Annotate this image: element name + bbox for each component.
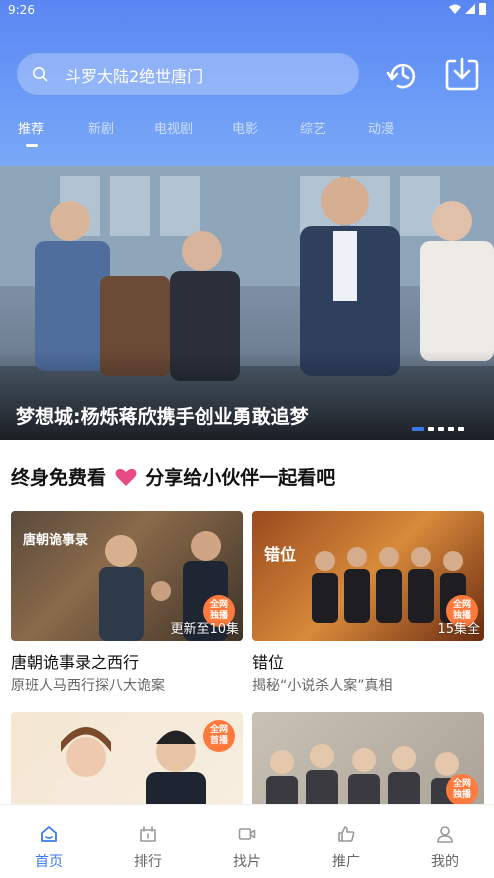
nav-label: 排行 (134, 854, 162, 870)
banner-pagination (412, 427, 464, 431)
user-icon (437, 826, 453, 843)
wifi-icon (449, 4, 461, 14)
header: 9:26 斗罗大陆2绝世唐门 推荐 新剧 电视剧 电影 综艺 动漫 (0, 0, 494, 166)
section-title-right: 分享给小伙伴一起看吧 (145, 467, 336, 489)
nav-label: 我的 (431, 854, 459, 870)
status-bar: 9:26 (0, 0, 494, 22)
nav-ranking[interactable]: 排行 (99, 805, 197, 878)
heart-icon (115, 468, 137, 486)
signal-icon (465, 4, 475, 14)
banner-dot (438, 427, 444, 431)
video-poster: 全网 独播 (252, 712, 484, 804)
banner-dot (412, 427, 424, 431)
ranking-icon (140, 826, 156, 842)
thumbs-up-icon (338, 826, 355, 842)
status-time: 9:26 (8, 3, 35, 17)
tab-movie[interactable]: 电影 (232, 118, 258, 137)
tab-anime[interactable]: 动漫 (368, 118, 394, 137)
nav-promote[interactable]: 推广 (297, 805, 395, 878)
banner-dot (448, 427, 454, 431)
search-icon (33, 67, 48, 82)
banner-dot (428, 427, 434, 431)
episode-badge: 更新至10集 (170, 622, 239, 637)
category-tabs: 推荐 新剧 电视剧 电影 综艺 动漫 (0, 118, 494, 144)
download-icon[interactable] (444, 56, 480, 92)
nav-label: 首页 (35, 854, 63, 870)
video-subtitle: 揭秘“小说杀人案”真相 (252, 678, 393, 694)
banner-title: 梦想城:杨烁蒋欣携手创业勇敢追梦 (16, 406, 309, 428)
nav-home[interactable]: 首页 (0, 805, 98, 878)
video-poster: 错位 全网 独播 15集全 (252, 511, 484, 641)
video-card[interactable]: 全网 首播 (11, 712, 243, 804)
video-title: 唐朝诡事录之西行 (11, 653, 140, 672)
video-poster: 唐朝诡事录 全网 独播 更新至10集 (11, 511, 243, 641)
search-query: 斗罗大陆2绝世唐门 (65, 67, 204, 86)
episode-badge: 15集全 (437, 622, 480, 637)
home-icon (41, 826, 57, 842)
video-icon (238, 828, 256, 840)
history-icon[interactable] (384, 56, 420, 92)
tab-new[interactable]: 新剧 (88, 118, 114, 137)
hot-tag: 全网 独播 (446, 774, 478, 804)
poster-logo: 唐朝诡事录 (23, 533, 89, 548)
video-card[interactable]: 全网 独播 (252, 712, 484, 804)
status-icons (449, 3, 486, 15)
nav-label: 找片 (233, 854, 261, 870)
search-input[interactable]: 斗罗大陆2绝世唐门 (17, 53, 359, 95)
tab-recommend[interactable]: 推荐 (18, 118, 44, 137)
nav-label: 推广 (332, 854, 360, 870)
nav-find[interactable]: 找片 (198, 805, 296, 878)
video-poster: 全网 首播 (11, 712, 243, 804)
bottom-nav: 首页 排行 找片 推广 我的 (0, 804, 494, 878)
tab-indicator (26, 144, 38, 147)
banner-dot (458, 427, 464, 431)
section-title-left: 终身免费看 (11, 467, 107, 489)
nav-profile[interactable]: 我的 (396, 805, 494, 878)
poster-logo: 错位 (264, 545, 297, 564)
tab-variety[interactable]: 综艺 (300, 118, 326, 137)
banner[interactable]: 梦想城:杨烁蒋欣携手创业勇敢追梦 (0, 166, 494, 440)
hot-tag: 全网 首播 (203, 720, 235, 752)
section-title: 终身免费看 分享给小伙伴一起看吧 (11, 463, 335, 490)
video-subtitle: 原班人马西行探八大诡案 (11, 678, 165, 694)
tab-tv[interactable]: 电视剧 (154, 118, 193, 137)
battery-icon (479, 3, 486, 15)
video-title: 错位 (252, 653, 285, 672)
